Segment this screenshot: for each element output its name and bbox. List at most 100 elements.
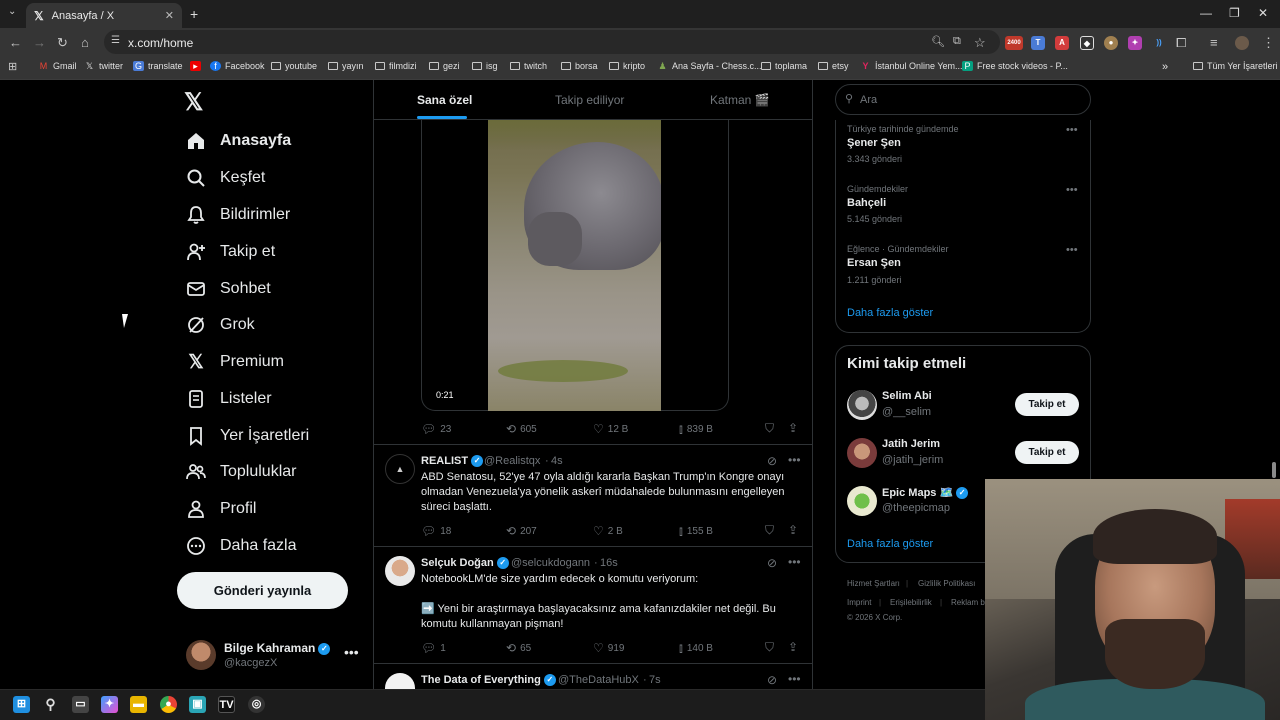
- install-app-icon[interactable]: ⧉: [953, 35, 961, 48]
- grok-icon[interactable]: ⊘: [767, 454, 777, 468]
- repost-button[interactable]: ⟲ 207: [506, 524, 537, 538]
- views-button[interactable]: ⫾ 140 B: [679, 641, 713, 656]
- bookmark-folder-etsy[interactable]: etsy: [818, 61, 849, 71]
- extensions-puzzle-icon[interactable]: ⧠: [1176, 35, 1186, 51]
- file-explorer-icon[interactable]: ▬: [130, 696, 147, 713]
- like-button[interactable]: ♡ 12 B: [593, 422, 628, 436]
- tab-katman[interactable]: Katman 🎬: [710, 93, 770, 107]
- bookmark-chess[interactable]: ♟ Ana Sayfa - Chess.c...: [657, 61, 761, 71]
- profile-avatar-icon[interactable]: [1235, 36, 1249, 50]
- extension-badge-icon[interactable]: 2400: [1005, 36, 1023, 50]
- show-more-follow-link[interactable]: Daha fazla göster: [847, 538, 933, 550]
- tab-following[interactable]: Takip ediliyor: [555, 93, 624, 107]
- video-player[interactable]: [488, 120, 661, 411]
- extension-purple-icon[interactable]: ✦: [1128, 36, 1142, 50]
- post-button[interactable]: Gönderi yayınla: [177, 572, 348, 609]
- grok-icon[interactable]: ⊘: [767, 556, 777, 570]
- nav-bookmarks[interactable]: Yer İşaretleri: [186, 421, 309, 451]
- suggestion-name[interactable]: Epic Maps 🗺️ ✓: [882, 486, 969, 500]
- suggestion-name[interactable]: Selim Abi: [882, 390, 932, 402]
- task-view-icon[interactable]: ▭: [72, 696, 89, 713]
- like-button[interactable]: ♡ 2 B: [593, 524, 623, 538]
- reload-icon[interactable]: ↻: [57, 35, 68, 51]
- copilot-icon[interactable]: ✦: [101, 696, 118, 713]
- nav-grok[interactable]: Grok: [186, 310, 255, 340]
- tweet-time[interactable]: 4s: [551, 455, 563, 467]
- extension-face-icon[interactable]: ●: [1104, 36, 1118, 50]
- x-logo-icon[interactable]: 𝕏: [184, 88, 203, 117]
- tweet-handle[interactable]: @Realistqx: [484, 455, 540, 467]
- avatar[interactable]: [847, 438, 877, 468]
- bookmark-folder-isg[interactable]: isg: [472, 61, 498, 71]
- views-button[interactable]: ⫾ 839 B: [679, 422, 713, 437]
- nav-follow[interactable]: Takip et: [186, 237, 275, 267]
- grok-icon[interactable]: ⊘: [767, 673, 777, 687]
- footer-link[interactable]: Reklam b: [951, 598, 985, 607]
- tweet-author[interactable]: Selçuk Doğan ✓: [421, 557, 509, 570]
- avatar[interactable]: [385, 556, 415, 586]
- reply-button[interactable]: 💬︎ 18: [421, 524, 451, 538]
- zoom-icon[interactable]: 🔍︎: [931, 35, 945, 48]
- footer-link[interactable]: Imprint: [847, 598, 871, 607]
- suggestion-name[interactable]: Jatih Jerim: [882, 438, 940, 450]
- app-icon[interactable]: ▣: [189, 696, 206, 713]
- profile-name[interactable]: Bilge Kahraman ✓: [224, 641, 331, 655]
- obs-icon[interactable]: ◎: [248, 696, 265, 713]
- avatar[interactable]: [186, 640, 216, 670]
- bookmark-folder-toplama[interactable]: toplama: [761, 61, 807, 71]
- tab-search-icon[interactable]: ⌄: [8, 6, 16, 17]
- share-button[interactable]: ⇪: [788, 523, 802, 537]
- tweet-handle[interactable]: @selcukdogann: [511, 557, 590, 569]
- nav-notifications[interactable]: Bildirimler: [186, 200, 290, 230]
- bookmark-youtube-red[interactable]: ▸: [190, 61, 205, 71]
- nav-communities[interactable]: Topluluklar: [186, 457, 296, 487]
- reply-button[interactable]: 💬︎ 1: [421, 641, 446, 655]
- bookmarks-overflow-icon[interactable]: »: [1162, 61, 1168, 73]
- more-icon[interactable]: •••: [344, 644, 359, 660]
- bookmark-facebook[interactable]: f Facebook: [210, 61, 265, 71]
- tweet-time[interactable]: 7s: [649, 674, 661, 686]
- close-window-icon[interactable]: ✕: [1258, 6, 1268, 20]
- chrome-icon[interactable]: ●: [160, 696, 177, 713]
- extension-audio-icon[interactable]: )): [1152, 36, 1166, 50]
- more-icon[interactable]: •••: [788, 672, 801, 686]
- repost-button[interactable]: ⟲ 605: [506, 422, 537, 436]
- nav-home[interactable]: Anasayfa: [186, 126, 291, 156]
- like-button[interactable]: ♡ 919: [593, 641, 624, 655]
- bookmark-folder-yayin[interactable]: yayın: [328, 61, 364, 71]
- bookmark-folder-borsa[interactable]: borsa: [561, 61, 598, 71]
- nav-more[interactable]: Daha fazla: [186, 531, 297, 561]
- bookmark-twitter[interactable]: 𝕏twitter: [84, 61, 123, 71]
- apps-grid-icon[interactable]: ⊞: [8, 60, 17, 73]
- bookmark-star-icon[interactable]: ☆: [974, 35, 986, 51]
- more-icon[interactable]: •••: [1066, 124, 1078, 136]
- more-icon[interactable]: •••: [1066, 244, 1078, 256]
- avatar[interactable]: [847, 486, 877, 516]
- scrollbar[interactable]: [1272, 462, 1276, 478]
- back-icon[interactable]: ←: [9, 35, 22, 50]
- bookmark-button[interactable]: ⛉: [765, 523, 778, 538]
- trend-name[interactable]: Şener Şen: [847, 137, 901, 149]
- share-button[interactable]: ⇪: [788, 640, 802, 654]
- footer-link[interactable]: Gizlilik Politikası: [918, 579, 975, 588]
- footer-link[interactable]: Erişilebilirlik: [890, 598, 932, 607]
- bookmark-folder-youtube[interactable]: youtube: [271, 61, 317, 71]
- home-icon[interactable]: ⌂: [81, 35, 89, 50]
- follow-button[interactable]: Takip et: [1015, 441, 1079, 464]
- forward-icon[interactable]: →: [33, 35, 46, 50]
- trend-name[interactable]: Ersan Şen: [847, 257, 901, 269]
- adblock-extension-icon[interactable]: A: [1055, 36, 1069, 50]
- browser-menu-icon[interactable]: ⋮: [1262, 35, 1275, 51]
- site-info-icon[interactable]: ☰: [111, 35, 120, 46]
- all-bookmarks[interactable]: Tüm Yer İşaretleri: [1193, 61, 1278, 71]
- show-more-trends-link[interactable]: Daha fazla göster: [847, 307, 933, 319]
- more-icon[interactable]: •••: [1066, 184, 1078, 196]
- tab-for-you[interactable]: Sana özel: [417, 93, 472, 107]
- more-icon[interactable]: •••: [788, 555, 801, 569]
- trend-name[interactable]: Bahçeli: [847, 197, 886, 209]
- browser-tab[interactable]: 𝕏 Anasayfa / X ✕: [26, 3, 182, 28]
- windows-start-icon[interactable]: ⊞: [13, 696, 30, 713]
- translate-extension-icon[interactable]: T: [1031, 36, 1045, 50]
- bookmark-gmail[interactable]: M Gmail: [38, 61, 77, 71]
- bookmark-folder-filmdizi[interactable]: filmdizi: [375, 61, 417, 71]
